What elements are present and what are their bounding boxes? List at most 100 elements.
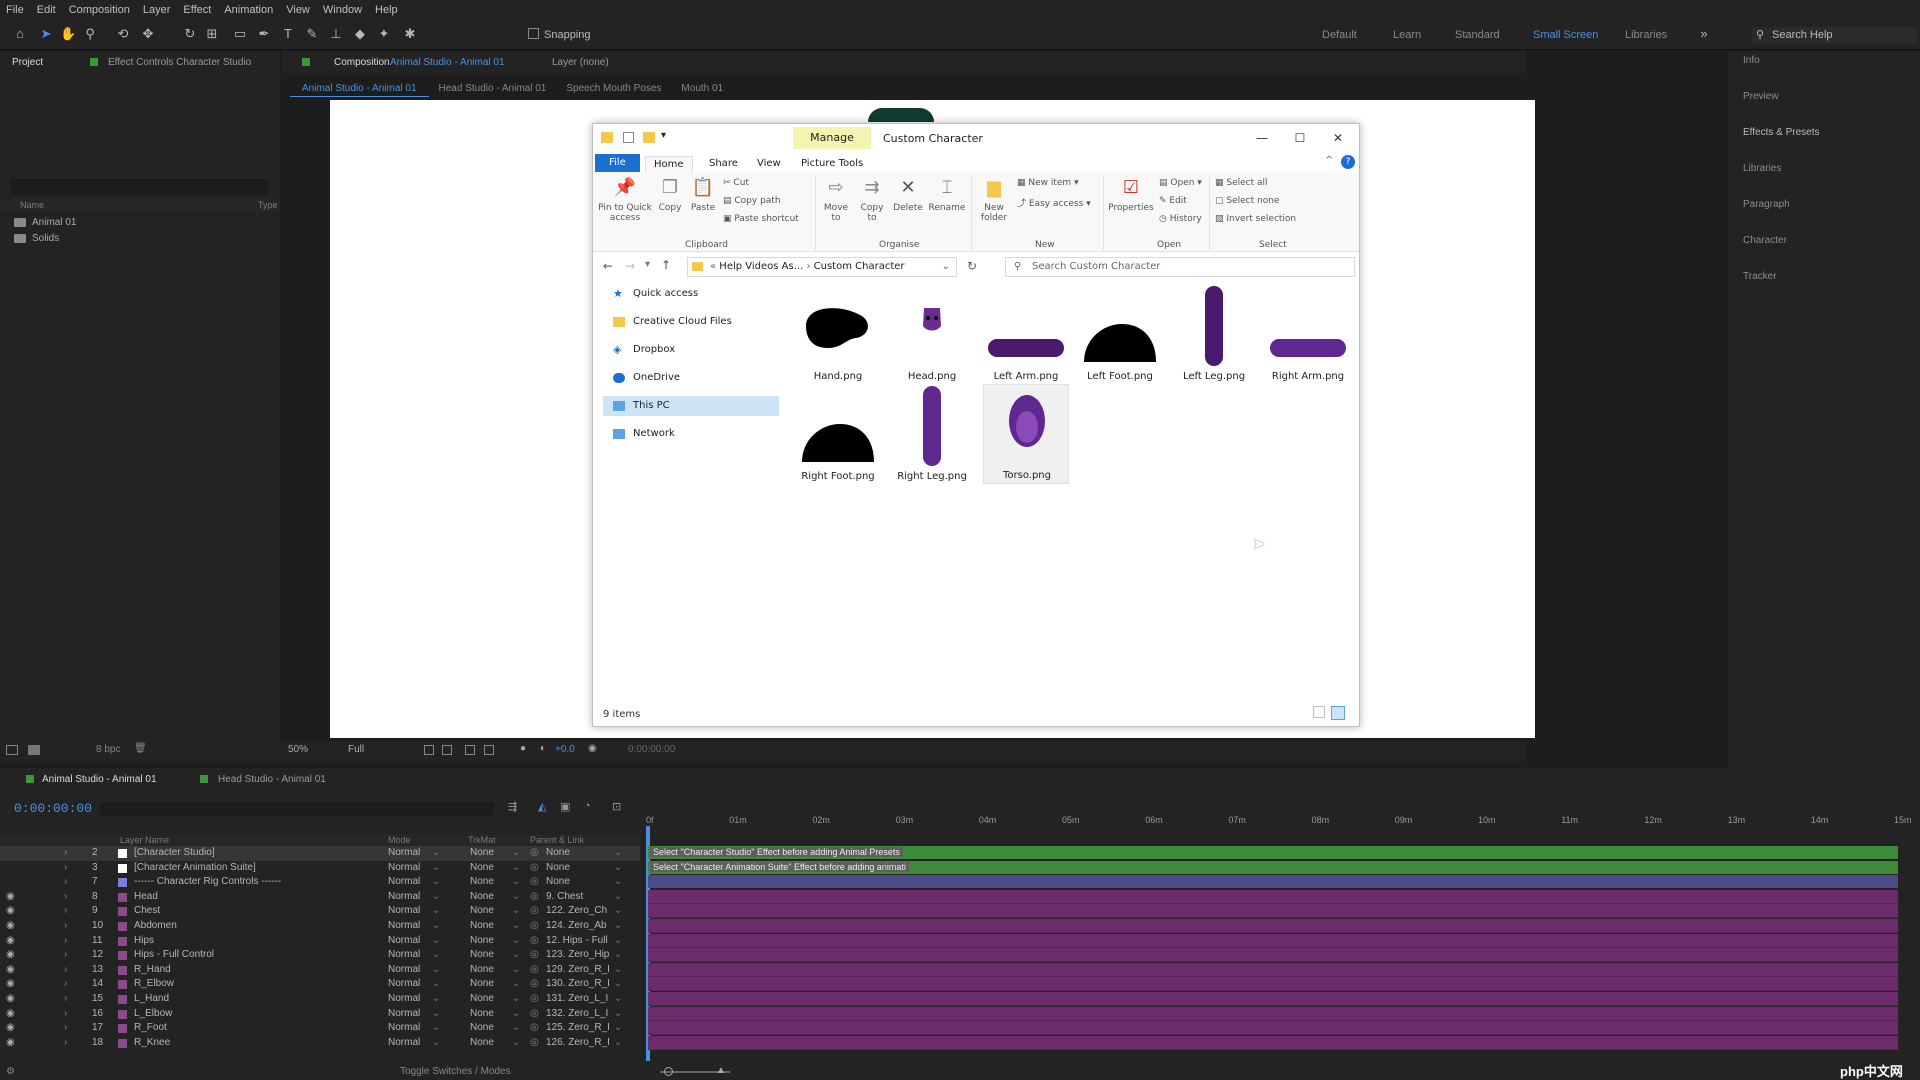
layer-tab[interactable]: Layer (none): [552, 57, 609, 68]
menu-composition[interactable]: Composition: [69, 4, 130, 16]
layer-trkmat[interactable]: None: [470, 949, 494, 960]
expand-arrow-icon[interactable]: ›: [64, 847, 67, 858]
exposure-value[interactable]: +0.0: [555, 744, 575, 755]
pick-whip-icon[interactable]: ◎: [530, 964, 539, 975]
workspace-learn[interactable]: Learn: [1393, 29, 1421, 41]
layer-parent[interactable]: 12. Hips - Full: [546, 935, 614, 946]
eye-icon[interactable]: ◉: [6, 905, 15, 916]
eye-icon[interactable]: ◉: [6, 993, 15, 1004]
expand-arrow-icon[interactable]: ›: [64, 949, 67, 960]
layer-track-bar[interactable]: [648, 948, 1898, 963]
nav-creative-cloud[interactable]: Creative Cloud Files: [603, 312, 779, 332]
mode-dropdown-icon[interactable]: ⌄: [432, 891, 440, 902]
puppet-tool-icon[interactable]: ✱: [402, 26, 418, 42]
rectangle-tool-icon[interactable]: ▭: [232, 26, 248, 42]
parent-dropdown-icon[interactable]: ⌄: [614, 949, 622, 960]
paste-shortcut-button[interactable]: ▣ Paste shortcut: [723, 214, 799, 224]
mode-dropdown-icon[interactable]: ⌄: [432, 935, 440, 946]
trkmat-dropdown-icon[interactable]: ⌄: [512, 935, 520, 946]
history-button[interactable]: ◷ History: [1159, 214, 1202, 224]
mode-dropdown-icon[interactable]: ⌄: [432, 1022, 440, 1033]
layer-mode[interactable]: Normal: [388, 862, 420, 873]
grid-guides-icon[interactable]: [484, 745, 494, 755]
file-item-selected[interactable]: Torso.png: [983, 384, 1069, 484]
layer-track-bar[interactable]: [648, 875, 1898, 889]
layer-trkmat[interactable]: None: [470, 993, 494, 1004]
layer-trkmat[interactable]: None: [470, 1022, 494, 1033]
menu-edit[interactable]: Edit: [37, 4, 56, 16]
layer-track-bar[interactable]: [648, 962, 1898, 977]
layer-label-color[interactable]: [118, 907, 127, 917]
layer-trkmat[interactable]: None: [470, 1037, 494, 1048]
always-preview-icon[interactable]: [6, 745, 18, 755]
layer-parent[interactable]: 129. Zero_R_I: [546, 964, 614, 975]
layer-row[interactable]: › 3 [Character Animation Suite] Normal ⌄ None…: [0, 861, 640, 876]
roto-tool-icon[interactable]: ✦: [376, 26, 392, 42]
mode-dropdown-icon[interactable]: ⌄: [432, 993, 440, 1004]
layer-mode[interactable]: Normal: [388, 993, 420, 1004]
layer-track-bar[interactable]: Select "Character Studio" Effect before …: [648, 846, 1898, 859]
move-to-button[interactable]: ⇨ Move to: [819, 176, 853, 223]
layer-track-bar[interactable]: [648, 933, 1898, 948]
pick-whip-icon[interactable]: ◎: [530, 935, 539, 946]
pick-whip-icon[interactable]: ◎: [530, 1008, 539, 1019]
layer-mode[interactable]: Normal: [388, 964, 420, 975]
layer-trkmat[interactable]: None: [470, 978, 494, 989]
address-bar[interactable]: « Help Videos As... › Custom Character ⌄: [687, 257, 957, 277]
nav-quick-access[interactable]: ★ Quick access: [603, 284, 779, 304]
file-item[interactable]: Left Leg.png: [1171, 284, 1257, 384]
libraries-panel-tab[interactable]: Libraries: [1743, 163, 1781, 174]
layer-name[interactable]: R_Hand: [134, 964, 374, 975]
zoom-in-icon[interactable]: ▲: [716, 1065, 726, 1076]
layer-parent[interactable]: None: [546, 876, 614, 887]
layer-row[interactable]: ◉ › 11 Hips Normal ⌄ None ⌄ ◎ 12. Hips - Full ⌄: [0, 934, 640, 949]
pick-whip-icon[interactable]: ◎: [530, 876, 539, 887]
explorer-search-input[interactable]: ⚲ Search Custom Character: [1005, 257, 1355, 277]
layer-label-color[interactable]: [118, 892, 127, 902]
nav-this-pc[interactable]: This PC: [603, 396, 779, 416]
file-item[interactable]: Left Arm.png: [983, 284, 1069, 384]
menu-effect[interactable]: Effect: [183, 4, 211, 16]
layer-row[interactable]: ◉ › 10 Abdomen Normal ⌄ None ⌄ ◎ 124. Zero_Ab ⌄: [0, 919, 640, 934]
selection-tool-icon[interactable]: ➤: [38, 26, 54, 42]
type-column-header[interactable]: Type: [258, 200, 278, 210]
layer-label-color[interactable]: [118, 951, 127, 961]
eye-icon[interactable]: ◉: [6, 1022, 15, 1033]
layer-parent[interactable]: 124. Zero_Ab: [546, 920, 614, 931]
layer-mode[interactable]: Normal: [388, 1022, 420, 1033]
layer-row[interactable]: ◉ › 17 R_Foot Normal ⌄ None ⌄ ◎ 125. Zero_R_I ⌄: [0, 1021, 640, 1036]
expand-arrow-icon[interactable]: ›: [64, 978, 67, 989]
layer-mode[interactable]: Normal: [388, 905, 420, 916]
file-item[interactable]: Right Arm.png: [1265, 284, 1351, 384]
eye-icon[interactable]: ◉: [6, 1008, 15, 1019]
home-icon[interactable]: ⌂: [12, 26, 28, 42]
trkmat-header[interactable]: TrkMat: [468, 835, 496, 845]
layer-switches-icon[interactable]: ⚙: [6, 1066, 15, 1077]
project-search-input[interactable]: [10, 179, 268, 195]
layer-mode[interactable]: Normal: [388, 891, 420, 902]
type-tool-icon[interactable]: T: [280, 26, 296, 42]
file-item[interactable]: Hand.png: [795, 284, 881, 384]
layer-row[interactable]: ◉ › 12 Hips - Full Control Normal ⌄ None ⌄ ◎ 123.…: [0, 948, 640, 963]
trkmat-dropdown-icon[interactable]: ⌄: [512, 905, 520, 916]
menu-help[interactable]: Help: [375, 4, 398, 16]
parent-dropdown-icon[interactable]: ⌄: [614, 964, 622, 975]
mode-dropdown-icon[interactable]: ⌄: [432, 905, 440, 916]
ribbon-tab-picture-tools[interactable]: Picture Tools: [793, 156, 871, 172]
layer-label-color[interactable]: [118, 980, 127, 990]
expand-arrow-icon[interactable]: ›: [64, 920, 67, 931]
layer-label-color[interactable]: [118, 965, 127, 975]
parent-dropdown-icon[interactable]: ⌄: [614, 978, 622, 989]
layer-parent[interactable]: 130. Zero_R_I: [546, 978, 614, 989]
layer-row[interactable]: ◉ › 18 R_Knee Normal ⌄ None ⌄ ◎ 126. Zero_R_I ⌄: [0, 1036, 640, 1051]
workspace-libraries[interactable]: Libraries: [1625, 29, 1667, 41]
pick-whip-icon[interactable]: ◎: [530, 862, 539, 873]
project-item-solids[interactable]: Solids: [4, 231, 274, 246]
properties-icon[interactable]: [623, 132, 634, 143]
mode-dropdown-icon[interactable]: ⌄: [432, 847, 440, 858]
composition-tab-name[interactable]: Animal Studio - Animal 01: [390, 57, 505, 68]
project-item-animal-01[interactable]: Animal 01: [4, 215, 274, 230]
layer-row[interactable]: › 2 [Character Studio] Normal ⌄ None ⌄ ◎ None ⌄: [0, 846, 640, 861]
layer-name-header[interactable]: Layer Name: [120, 835, 169, 845]
exposure-reset-icon[interactable]: ◐: [540, 743, 546, 754]
